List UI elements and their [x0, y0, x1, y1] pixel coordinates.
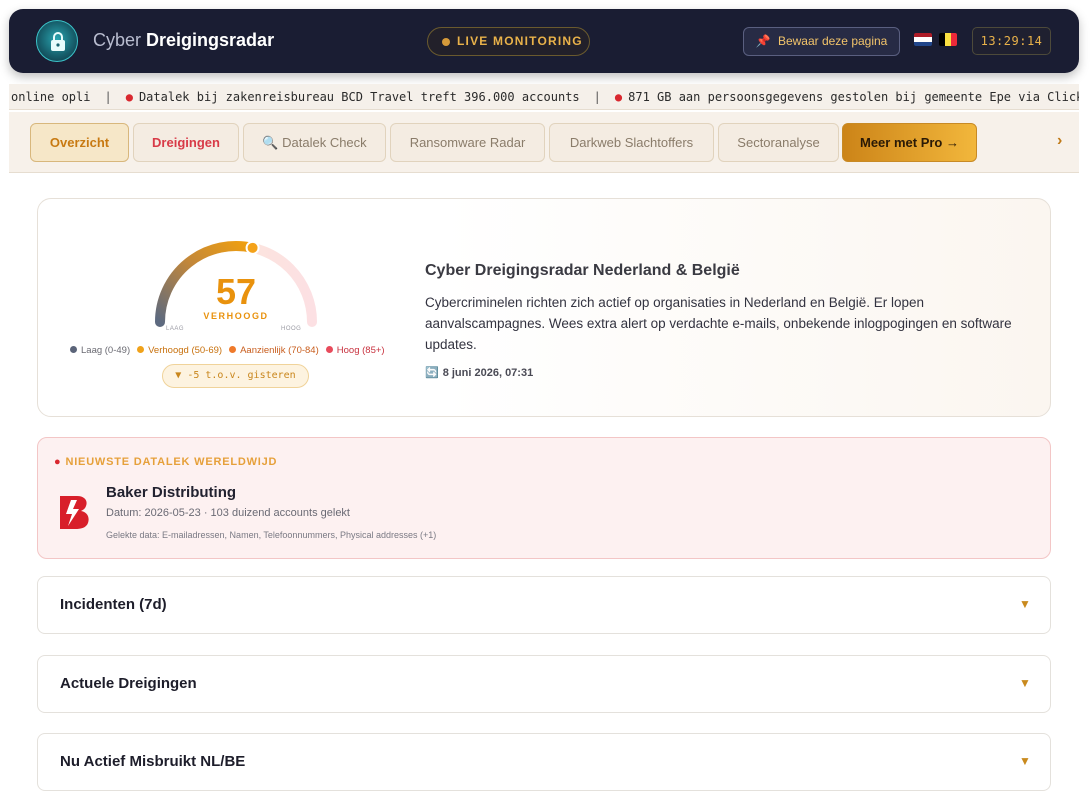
belgium-flag-icon[interactable]	[939, 33, 957, 46]
baker-distributing-logo-icon	[60, 496, 89, 529]
chevron-down-icon[interactable]: ▼	[1019, 754, 1031, 768]
tab-overzicht[interactable]: Overzicht	[30, 123, 129, 162]
threat-score: 57	[215, 271, 257, 312]
brand-title: Cyber Dreigingsradar	[93, 30, 274, 51]
threat-legend: Laag (0-49) Verhoogd (50-69) Aanzienlijk (…	[70, 345, 406, 356]
live-monitoring-badge: LIVE MONITORING	[427, 27, 590, 56]
ticker-item[interactable]: online opli	[11, 90, 90, 104]
section-title: Nu Actief Misbruikt NL/BE	[60, 753, 246, 770]
section-title: Actuele Dreigingen	[60, 675, 197, 692]
refresh-icon: 🔄	[425, 367, 439, 379]
tab-meer-met-pro[interactable]: Meer met Pro →	[842, 123, 977, 162]
brand-prefix: Cyber	[93, 30, 142, 50]
brand-name: Dreigingsradar	[146, 30, 275, 50]
ticker-item[interactable]: 871 GB aan persoonsgegevens gestolen bij…	[628, 90, 1079, 104]
threat-description: Cybercriminelen richten zich actief op o…	[425, 295, 1012, 352]
red-dot-icon: ●	[125, 90, 133, 104]
gauge-min-label: LAAG	[166, 326, 185, 332]
live-monitoring-label: LIVE MONITORING	[457, 34, 583, 48]
breach-meta: Datum: 2026-05-23 · 103 duizend accounts…	[106, 507, 350, 519]
legend-dot-icon	[325, 346, 333, 353]
live-dot-icon	[442, 38, 450, 46]
pin-icon: 📌	[755, 34, 771, 48]
red-dot-icon: ●	[54, 456, 62, 468]
breach-leaked-data: Gelekte data: E-mailadressen, Namen, Tel…	[106, 530, 437, 540]
news-ticker[interactable]: online opli | ● Datalek bij zakenreisbureau…	[9, 84, 1079, 110]
chevron-down-icon[interactable]: ▼	[1019, 597, 1031, 611]
tab-dreigingen[interactable]: Dreigingen	[133, 123, 239, 162]
section-incidenten[interactable]: Incidenten (7d) ▼	[37, 576, 1051, 634]
legend-item-verhoogd: Verhoogd (50-69)	[137, 345, 222, 356]
latest-breach-card[interactable]: ● NIEUWSTE DATALEK WERELDWIJD Baker Distr…	[37, 437, 1051, 559]
trend-badge: ▼ -5 t.o.v. gisteren	[162, 364, 309, 388]
legend-dot-icon	[137, 346, 145, 353]
chevron-down-icon[interactable]: ▼	[1019, 676, 1031, 690]
save-page-label: Bewaar deze pagina	[777, 34, 888, 48]
tab-darkweb-slachtoffers[interactable]: Darkweb Slachtoffers	[549, 123, 714, 162]
top-header: Cyber Dreigingsradar LIVE MONITORING 📌 B…	[9, 9, 1079, 73]
ticker-item[interactable]: Datalek bij zakenreisbureau BCD Travel t…	[139, 90, 580, 104]
last-updated: 🔄 8 juni 2026, 07:31	[425, 366, 533, 379]
gauge-max-label: HOOG	[281, 326, 302, 332]
legend-dot-icon	[70, 346, 77, 353]
threat-level-card: 57 VERHOOGD LAAG HOOG Laag (0-49) Verhoog…	[37, 198, 1051, 417]
last-updated-value: 8 juni 2026, 07:31	[442, 367, 534, 379]
netherlands-flag-icon[interactable]	[914, 33, 932, 46]
section-actuele-dreigingen[interactable]: Actuele Dreigingen ▼	[37, 655, 1051, 713]
language-flags[interactable]	[914, 33, 960, 48]
section-title: Incidenten (7d)	[60, 596, 167, 613]
legend-dot-icon	[229, 346, 237, 353]
nav-scroll-right-icon[interactable]: ›	[1057, 132, 1062, 150]
ticker-track: online opli | ● Datalek bij zakenreisbureau…	[11, 84, 1079, 109]
breach-company-name[interactable]: Baker Distributing	[106, 484, 236, 501]
legend-item-laag: Laag (0-49)	[70, 345, 130, 356]
live-clock: 13:29:14	[972, 27, 1051, 55]
gauge-indicator	[245, 240, 260, 255]
main-nav: Overzicht Dreigingen 🔍 Datalek Check Ran…	[9, 112, 1079, 173]
tab-sectoranalyse[interactable]: Sectoranalyse	[718, 123, 839, 162]
threat-level-label: VERHOOGD	[203, 311, 269, 321]
red-dot-icon: ●	[614, 90, 623, 104]
legend-item-hoog: Hoog (85+)	[325, 345, 385, 356]
save-page-button[interactable]: 📌 Bewaar deze pagina	[743, 27, 900, 56]
tab-datalek-check[interactable]: 🔍 Datalek Check	[243, 123, 386, 162]
threat-title: Cyber Dreigingsradar Nederland & België	[425, 262, 740, 279]
breach-heading: ● NIEUWSTE DATALEK WERELDWIJD	[54, 456, 277, 468]
legend-item-aanzienlijk: Aanzienlijk (70-84)	[229, 345, 319, 356]
breach-heading-label: NIEUWSTE DATALEK WERELDWIJD	[65, 456, 278, 468]
section-actief-misbruikt[interactable]: Nu Actief Misbruikt NL/BE ▼	[37, 733, 1051, 791]
lock-shield-logo-icon[interactable]	[36, 20, 78, 62]
tab-ransomware-radar[interactable]: Ransomware Radar	[390, 123, 545, 162]
